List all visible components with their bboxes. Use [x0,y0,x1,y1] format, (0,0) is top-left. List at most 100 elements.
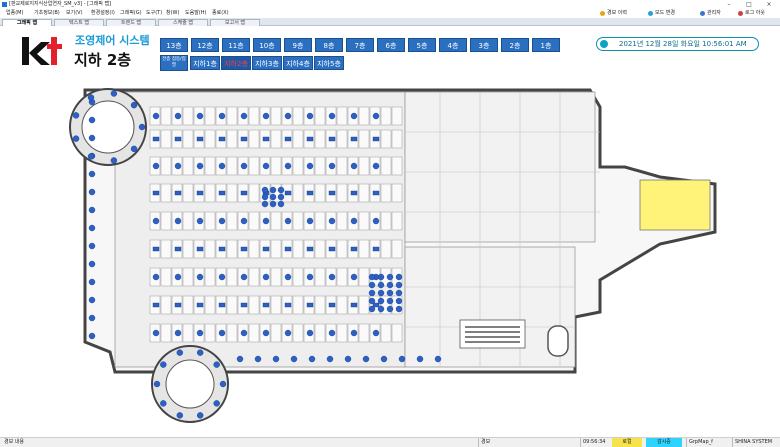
local-mode-badge: 로컬 [612,438,642,447]
lamp-marker [362,355,370,363]
floor-button-8[interactable]: 8층 [315,38,343,52]
lamp-marker [88,224,96,232]
lamp-marker [306,112,314,120]
lamp-marker [88,206,96,214]
lamp-marker [277,186,285,194]
date-time-display: 2021년 12월 28일 화요일 10:56:01 AM [596,37,759,51]
menu-item-tools[interactable]: 도구(T) [146,9,162,18]
lamp-marker [152,112,160,120]
tab-text-map[interactable]: 텍스트 맵 [54,19,104,26]
floor-button-6[interactable]: 6층 [377,38,405,52]
lamp-marker [262,136,270,142]
parking-stall [204,156,216,176]
lamp-marker [196,112,204,120]
lamp-marker [344,355,352,363]
floor-button-12[interactable]: 12층 [191,38,219,52]
lamp-marker [368,305,376,313]
lamp-marker [372,329,380,337]
lamp-marker [284,302,292,308]
yellow-zone [639,179,711,231]
menu-item-basic-info[interactable]: 기초정보(B) [34,9,60,18]
menu-item-view[interactable]: 보기(V) [66,9,83,18]
floor-button-b2[interactable]: 지하2층 [221,56,251,70]
parking-stall [358,211,370,231]
menu-item-settings[interactable]: 환경설정(I) [91,9,115,18]
tab-schedule-map[interactable]: 스케줄 맵 [158,19,208,26]
lamp-marker [377,305,385,313]
lamp-marker [174,217,182,225]
floor-button-b3[interactable]: 지하3층 [252,56,282,70]
maximize-button[interactable]: □ [742,0,756,9]
floor-button-4[interactable]: 4층 [439,38,467,52]
parking-stall [270,129,282,149]
minimize-button[interactable]: – [722,0,736,9]
parking-stall [182,295,194,315]
tab-report-map[interactable]: 보고서 맵 [210,19,260,26]
parking-stall [182,129,194,149]
floor-button-b5[interactable]: 지하5층 [314,56,344,70]
close-button[interactable]: × [762,0,776,9]
floor-button-13[interactable]: 13층 [160,38,188,52]
parking-stall [336,129,348,149]
parking-stall [292,239,304,259]
lamp-marker [284,217,292,225]
parking-stall [160,323,172,343]
parking-stall [160,295,172,315]
floor-button-3[interactable]: 3층 [470,38,498,52]
floor-button-10[interactable]: 10층 [253,38,281,52]
lamp-marker [196,349,204,356]
floor-button-9[interactable]: 9층 [284,38,312,52]
menu-item-exit[interactable]: 종료(X) [212,9,229,18]
all-floors-toggle-button[interactable]: 전층 점등/점멸 [160,55,188,71]
parking-stall [314,211,326,231]
parking-stall [358,106,370,126]
menu-item-window[interactable]: 창(W) [166,9,179,18]
parking-stall [270,211,282,231]
floor-button-5[interactable]: 5층 [408,38,436,52]
tab-graphic-map[interactable]: 그래픽 맵 [2,19,52,26]
parking-stall [226,106,238,126]
parking-stall [314,239,326,259]
lamp-marker [306,162,314,170]
lamp-marker [386,281,394,289]
floor-button-b1[interactable]: 지하1층 [190,56,220,70]
tab-trend-map[interactable]: 트렌드 맵 [106,19,156,26]
lamp-marker [269,200,277,208]
parking-stall [314,295,326,315]
mode-change-button[interactable]: 모드 변경 [648,10,675,17]
parking-stall [292,129,304,149]
floor-button-7[interactable]: 7층 [346,38,374,52]
menu-item-graphic[interactable]: 그래픽(G) [120,9,142,18]
lamp-marker [152,217,160,225]
alarm-history-button[interactable]: 경보 이력 [600,10,627,17]
parking-stall [336,323,348,343]
floor-button-11[interactable]: 11층 [222,38,250,52]
lamp-marker [218,273,226,281]
parking-stall [391,106,403,126]
parking-stall [270,239,282,259]
floor-button-2[interactable]: 2층 [501,38,529,52]
lamp-marker [218,162,226,170]
menu-item-business[interactable]: 업종(M) [6,9,23,18]
lamp-marker [386,305,394,313]
parking-stall [391,129,403,149]
lamp-marker [386,273,394,281]
lamp-marker [372,162,380,170]
admin-button[interactable]: 관리자 [700,10,721,17]
lamp-marker [174,162,182,170]
lamp-marker [284,112,292,120]
lamp-marker [306,190,314,196]
lamp-marker [368,273,376,281]
floor-button-b4[interactable]: 지하4층 [283,56,313,70]
parking-stall [270,267,282,287]
menu-item-help[interactable]: 도움말(H) [185,9,206,18]
floor-button-1[interactable]: 1층 [532,38,560,52]
lamp-marker [262,273,270,281]
lamp-marker [153,380,161,388]
lamp-marker [350,273,358,281]
lamp-marker [88,188,96,196]
title-bar: [판교제로지지식산업연자_SM_v3] - [그래픽 맵] – □ × [0,0,780,9]
lamp-marker [196,162,204,170]
logout-button[interactable]: 로그 아웃 [738,10,765,17]
parking-stall [336,239,348,259]
